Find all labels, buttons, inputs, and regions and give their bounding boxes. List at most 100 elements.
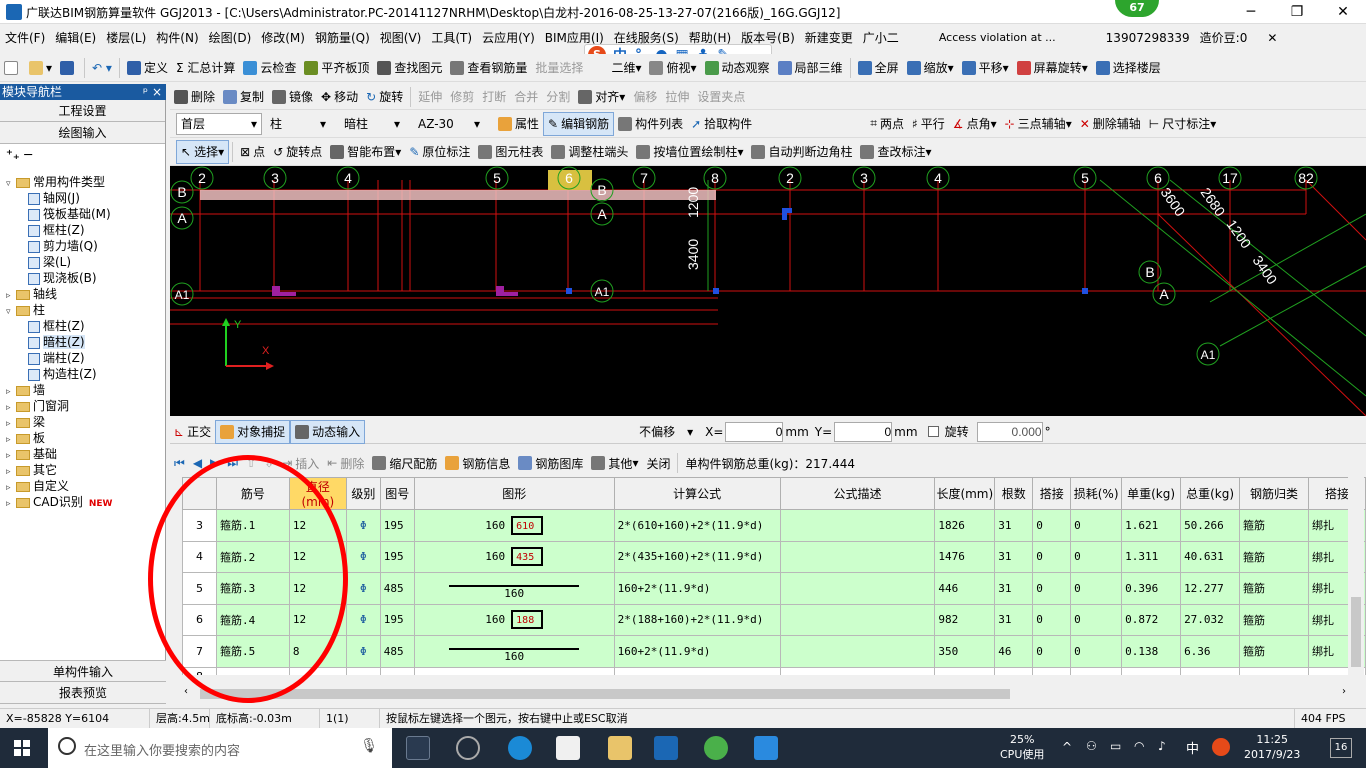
tree-folder[interactable]: ▿ 常用构件类型	[0, 174, 166, 190]
dynamic-input-toggle[interactable]: 动态输入	[290, 419, 366, 444]
edit-rebar-button[interactable]: ✎ 编辑钢筋	[543, 111, 615, 136]
extend-button[interactable]: 延伸	[414, 85, 446, 109]
cell-dia[interactable]: 12	[288, 572, 347, 605]
grid-horizontal-scrollbar[interactable]: ‹ ›	[182, 686, 1348, 702]
task-view-icon[interactable]	[406, 736, 430, 760]
cell-unit[interactable]: 0.396	[1121, 572, 1182, 605]
align-button[interactable]: 对齐 ▾	[574, 85, 629, 109]
close-doc-icon[interactable]: ✕	[1262, 26, 1282, 50]
expand-icon[interactable]: ▹	[6, 496, 16, 512]
mirror-button[interactable]: 镜像	[268, 85, 317, 109]
tree-item[interactable]: 剪力墙(Q)	[0, 238, 166, 254]
column-header[interactable]	[182, 477, 217, 510]
cell-unit[interactable]: 1.311	[1121, 540, 1182, 573]
empty-cell[interactable]	[1032, 666, 1072, 675]
menu-edit[interactable]: 编辑(E)	[50, 26, 101, 50]
table-row[interactable]: 8	[182, 666, 1366, 675]
file-explorer-icon[interactable]	[608, 736, 632, 760]
cell-desc[interactable]	[779, 509, 936, 542]
empty-cell[interactable]	[413, 666, 615, 675]
tree-folder[interactable]: ▹ 基础	[0, 446, 166, 462]
check-label-button[interactable]: 查改标注 ▾	[856, 140, 935, 164]
point-angle-button[interactable]: ∡ 点角 ▾	[949, 112, 1001, 136]
menu-tools[interactable]: 工具(T)	[426, 26, 477, 50]
cell-dia[interactable]: 8	[288, 635, 347, 668]
cell-dia[interactable]: 12	[288, 540, 347, 573]
tree-folder[interactable]: ▹ 轴线	[0, 286, 166, 302]
row-number[interactable]: 7	[182, 635, 217, 668]
properties-button[interactable]: 属性	[494, 112, 543, 136]
cell-cat[interactable]: 箍筋	[1239, 540, 1309, 573]
cell-formula[interactable]: 2*(188+160)+2*(11.9*d)	[613, 603, 781, 636]
empty-cell[interactable]	[1239, 666, 1309, 675]
cell-fig[interactable]: 485	[379, 572, 415, 605]
other-button[interactable]: 其他 ▾	[587, 451, 642, 475]
cell-desc[interactable]	[779, 635, 936, 668]
column-header[interactable]: 钢筋归类	[1239, 477, 1309, 510]
cell-desc[interactable]	[779, 540, 936, 573]
minimize-button[interactable]: ─	[1228, 0, 1274, 24]
tree-folder[interactable]: ▹ 梁	[0, 414, 166, 430]
cell-unit[interactable]: 1.621	[1121, 509, 1182, 542]
pan-button[interactable]: 平移 ▾	[958, 56, 1013, 80]
column-header[interactable]: 搭接	[1032, 477, 1072, 510]
cell-loss[interactable]: 0	[1070, 603, 1123, 636]
scroll-left-icon[interactable]: ‹	[184, 686, 188, 697]
empty-cell[interactable]	[1070, 666, 1123, 675]
x-offset-input[interactable]	[725, 421, 784, 442]
screen-rotate-button[interactable]: 屏幕旋转 ▾	[1013, 56, 1092, 80]
column-header[interactable]: 总重(kg)	[1180, 477, 1241, 510]
rotate-button[interactable]: ↻ 旋转	[362, 85, 407, 109]
view-rebar-qty-button[interactable]: 查看钢筋量	[446, 56, 531, 80]
delete-axis-button[interactable]: ✕ 删除辅轴	[1076, 112, 1145, 136]
move-down-button[interactable]: ⇩	[260, 451, 278, 475]
cell-grade[interactable]: Φ	[345, 603, 381, 636]
point-button[interactable]: ⊠ 点	[236, 140, 269, 164]
ortho-toggle[interactable]: ⊾ 正交	[170, 420, 215, 444]
draw-by-wall-button[interactable]: 按墙位置绘制柱 ▾	[632, 140, 747, 164]
edge-icon[interactable]	[508, 736, 532, 760]
cost-beans[interactable]: 造价豆:0	[1195, 26, 1253, 50]
cell-name[interactable]: 箍筋.4	[215, 603, 290, 636]
row-number[interactable]: 8	[182, 666, 217, 675]
delete-row-button[interactable]: ⇤ 删除	[323, 451, 368, 475]
ime-indicator[interactable]: 中	[1186, 738, 1199, 757]
table-row[interactable]: 6 箍筋.4 12 Φ 195 160 188 2*(188+160)+2*(11.9*d) 9…	[182, 603, 1366, 636]
empty-cell[interactable]	[934, 666, 996, 675]
type-select[interactable]: 柱 ▾	[266, 113, 330, 135]
rebar-shape-cell[interactable]: 160 435	[413, 540, 615, 573]
menu-cloud[interactable]: 云应用(Y)	[477, 26, 540, 50]
cell-len[interactable]: 1826	[934, 509, 996, 542]
empty-cell[interactable]	[1121, 666, 1182, 675]
cell-dia[interactable]: 12	[288, 603, 347, 636]
tree-folder[interactable]: ▹ 其它	[0, 462, 166, 478]
two-point-button[interactable]: ⌗ 两点	[866, 112, 908, 136]
define-button[interactable]: 定义	[123, 56, 172, 80]
cell-grade[interactable]: Φ	[345, 540, 381, 573]
nav-close-icon[interactable]: ×	[152, 84, 162, 100]
rebar-shape-cell[interactable]: 160	[413, 635, 615, 668]
cell-lap[interactable]: 0	[1032, 509, 1072, 542]
trim-button[interactable]: 修剪	[446, 85, 478, 109]
merge-button[interactable]: 合并	[510, 85, 542, 109]
empty-cell[interactable]	[1180, 666, 1241, 675]
column-header[interactable]: 级别	[345, 477, 381, 510]
element-column-table-button[interactable]: 图元柱表	[474, 140, 547, 164]
prev-record-button[interactable]: ◀	[189, 451, 206, 475]
user-account[interactable]: 13907298339	[1101, 26, 1195, 50]
three-point-axis-button[interactable]: ⊹ 三点辅轴 ▾	[1001, 112, 1076, 136]
cell-name[interactable]: 箍筋.5	[215, 635, 290, 668]
row-number[interactable]: 3	[182, 509, 217, 542]
pick-component-button[interactable]: ➚ 拾取构件	[687, 112, 756, 136]
cell-grade[interactable]: Φ	[345, 635, 381, 668]
object-snap-toggle[interactable]: 对象捕捉	[215, 419, 291, 444]
table-row[interactable]: 7 箍筋.5 8 Φ 485 160 160+2*(11.9*d) 350 46 0 0 0.138 6…	[182, 635, 1366, 668]
browser-360-icon[interactable]	[456, 736, 480, 760]
insert-row-button[interactable]: ⇥ 插入	[278, 451, 323, 475]
stretch-button[interactable]: 拉伸	[661, 85, 693, 109]
y-offset-input[interactable]	[834, 421, 893, 442]
store-icon[interactable]	[556, 736, 580, 760]
row-number[interactable]: 5	[182, 572, 217, 605]
delete-button[interactable]: 删除	[170, 85, 219, 109]
select-floor-button[interactable]: 选择楼层	[1092, 56, 1165, 80]
